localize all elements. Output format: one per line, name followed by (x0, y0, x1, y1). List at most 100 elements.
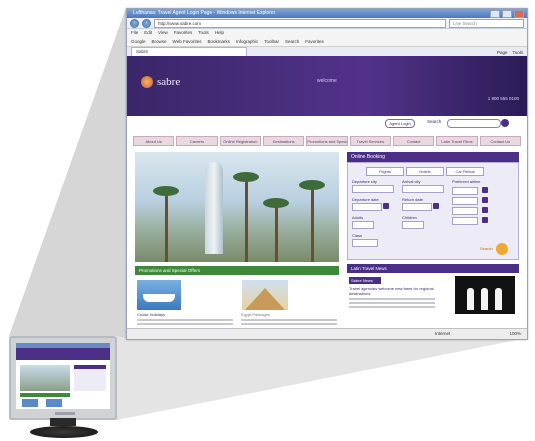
window-title: Lufthansa: Travel Agent Login Page - Win… (133, 10, 276, 16)
passenger-select[interactable] (452, 217, 478, 225)
nav-item[interactable]: Contact (392, 136, 435, 146)
nav-item[interactable]: Promotions and Special Offers (306, 136, 348, 146)
field-label: Departure city (352, 179, 377, 184)
minimize-button[interactable] (490, 10, 500, 18)
stepper-icon[interactable] (482, 217, 488, 223)
link-item[interactable]: Google (131, 37, 146, 46)
site-logo[interactable]: sabre (141, 76, 180, 88)
monitor-neck (50, 418, 76, 426)
passenger-select[interactable] (452, 187, 478, 195)
search-go-icon[interactable] (501, 119, 509, 127)
back-icon[interactable]: ‹ (130, 18, 139, 28)
nav-item[interactable]: Travel Services (349, 136, 391, 146)
site-search-input[interactable] (447, 119, 501, 128)
zoom-level[interactable]: 100% (509, 329, 521, 339)
booking-tab-car-rental[interactable]: Car Rental (446, 167, 484, 176)
nav-item[interactable]: Careers (176, 136, 218, 146)
menu-bar: File Edit View Favorites Tools Help (127, 29, 527, 37)
site-utility-bar: Agent Login Search (127, 116, 527, 130)
mini-image (22, 399, 38, 407)
departure-date-input[interactable] (352, 203, 382, 211)
cruise-ship (143, 294, 175, 302)
palm-frond (153, 186, 179, 196)
link-item[interactable]: Bookmarks (207, 37, 230, 46)
news-title-link[interactable]: Travel agencies welcome new fares for re… (349, 286, 434, 296)
field-label: Departure date (352, 197, 379, 202)
page-menu[interactable]: Page (497, 50, 508, 55)
booking-search-button[interactable] (496, 243, 508, 255)
field-label: Arrival city (402, 179, 421, 184)
field-label: Children (402, 215, 417, 220)
palm-frond (299, 180, 325, 190)
children-select[interactable] (402, 221, 424, 229)
promo-heading: Promotions and Special Offers (135, 266, 339, 275)
menu-favorites[interactable]: Favorites (174, 29, 193, 37)
close-button[interactable] (514, 10, 524, 18)
menu-edit[interactable]: Edit (144, 29, 152, 37)
field-label: Class (352, 233, 363, 238)
status-bar: Internet 100% (127, 328, 527, 339)
passenger-select[interactable] (452, 207, 478, 215)
menu-help[interactable]: Help (215, 29, 224, 37)
link-item[interactable]: Favorites (305, 37, 324, 46)
news-image[interactable] (455, 276, 515, 314)
agent-login-button[interactable]: Agent Login (385, 119, 415, 128)
field-label: Adults (352, 215, 364, 220)
text-line (241, 323, 337, 325)
text-line (137, 319, 233, 321)
web-page: sabre welcome 1 800 555 0100 Agent Login… (127, 56, 527, 329)
text-line (241, 319, 337, 321)
passenger-select[interactable] (452, 197, 478, 205)
booking-heading: Online Booking (347, 152, 519, 162)
menu-file[interactable]: File (131, 29, 138, 37)
stepper-icon[interactable] (482, 187, 488, 193)
forward-icon[interactable]: › (142, 18, 151, 28)
links-toolbar: Google Browse Web Favorites Bookmarks In… (127, 37, 527, 47)
link-item[interactable]: Browse (152, 37, 167, 46)
address-input[interactable]: http://www.sabre.com (154, 18, 446, 28)
calendar-icon[interactable] (433, 203, 439, 209)
field-label: Return date (402, 197, 423, 202)
mini-promo-bar (20, 393, 70, 397)
mini-booking (74, 365, 106, 391)
monitor (9, 336, 117, 420)
link-item[interactable]: Web Favorites (173, 37, 202, 46)
figure (495, 288, 502, 310)
palm-tree (245, 177, 248, 262)
promo-caption-1-title[interactable]: Cruise Holidays (137, 312, 165, 317)
news-title: Travel agencies welcome new fares for re… (349, 286, 435, 308)
menu-view[interactable]: View (158, 29, 168, 37)
stepper-icon[interactable] (482, 207, 488, 213)
field-label: Preferred airline (452, 179, 481, 184)
browser-search-input[interactable]: Live Search (449, 18, 524, 28)
nav-item[interactable]: Contact Us (479, 136, 521, 146)
palm-frond (263, 198, 289, 208)
figure (481, 288, 488, 310)
link-item[interactable]: Toolbar (264, 37, 279, 46)
adults-select[interactable] (352, 221, 374, 229)
booking-tab-hotels[interactable]: Hotels (406, 167, 444, 176)
text-line (137, 323, 233, 325)
stepper-icon[interactable] (482, 197, 488, 203)
site-banner: sabre welcome 1 800 555 0100 (127, 56, 527, 116)
departure-city-input[interactable] (352, 185, 394, 193)
class-select[interactable] (352, 239, 378, 247)
booking-tab-flights[interactable]: Flights (366, 167, 404, 176)
maximize-button[interactable] (502, 10, 512, 18)
link-item[interactable]: Search (285, 37, 299, 46)
menu-tools[interactable]: Tools (198, 29, 209, 37)
tools-menu[interactable]: Tools (512, 50, 523, 55)
calendar-icon[interactable] (383, 203, 389, 209)
link-item[interactable]: Infographic (236, 37, 258, 46)
nav-item[interactable]: Latin Travel Films (436, 136, 478, 146)
nav-item[interactable]: Online Registration (219, 136, 261, 146)
site-phone: 1 800 555 0100 (487, 96, 519, 101)
palm-tree (311, 184, 314, 262)
promo-caption-2-title[interactable]: Egypt Packages (241, 312, 270, 317)
nav-item[interactable]: About Us (133, 136, 175, 146)
monitor-screen (16, 343, 110, 409)
nav-item[interactable]: Destinations (262, 136, 305, 146)
arrival-city-input[interactable] (402, 185, 444, 193)
return-date-input[interactable] (402, 203, 432, 211)
mini-banner (16, 348, 110, 360)
